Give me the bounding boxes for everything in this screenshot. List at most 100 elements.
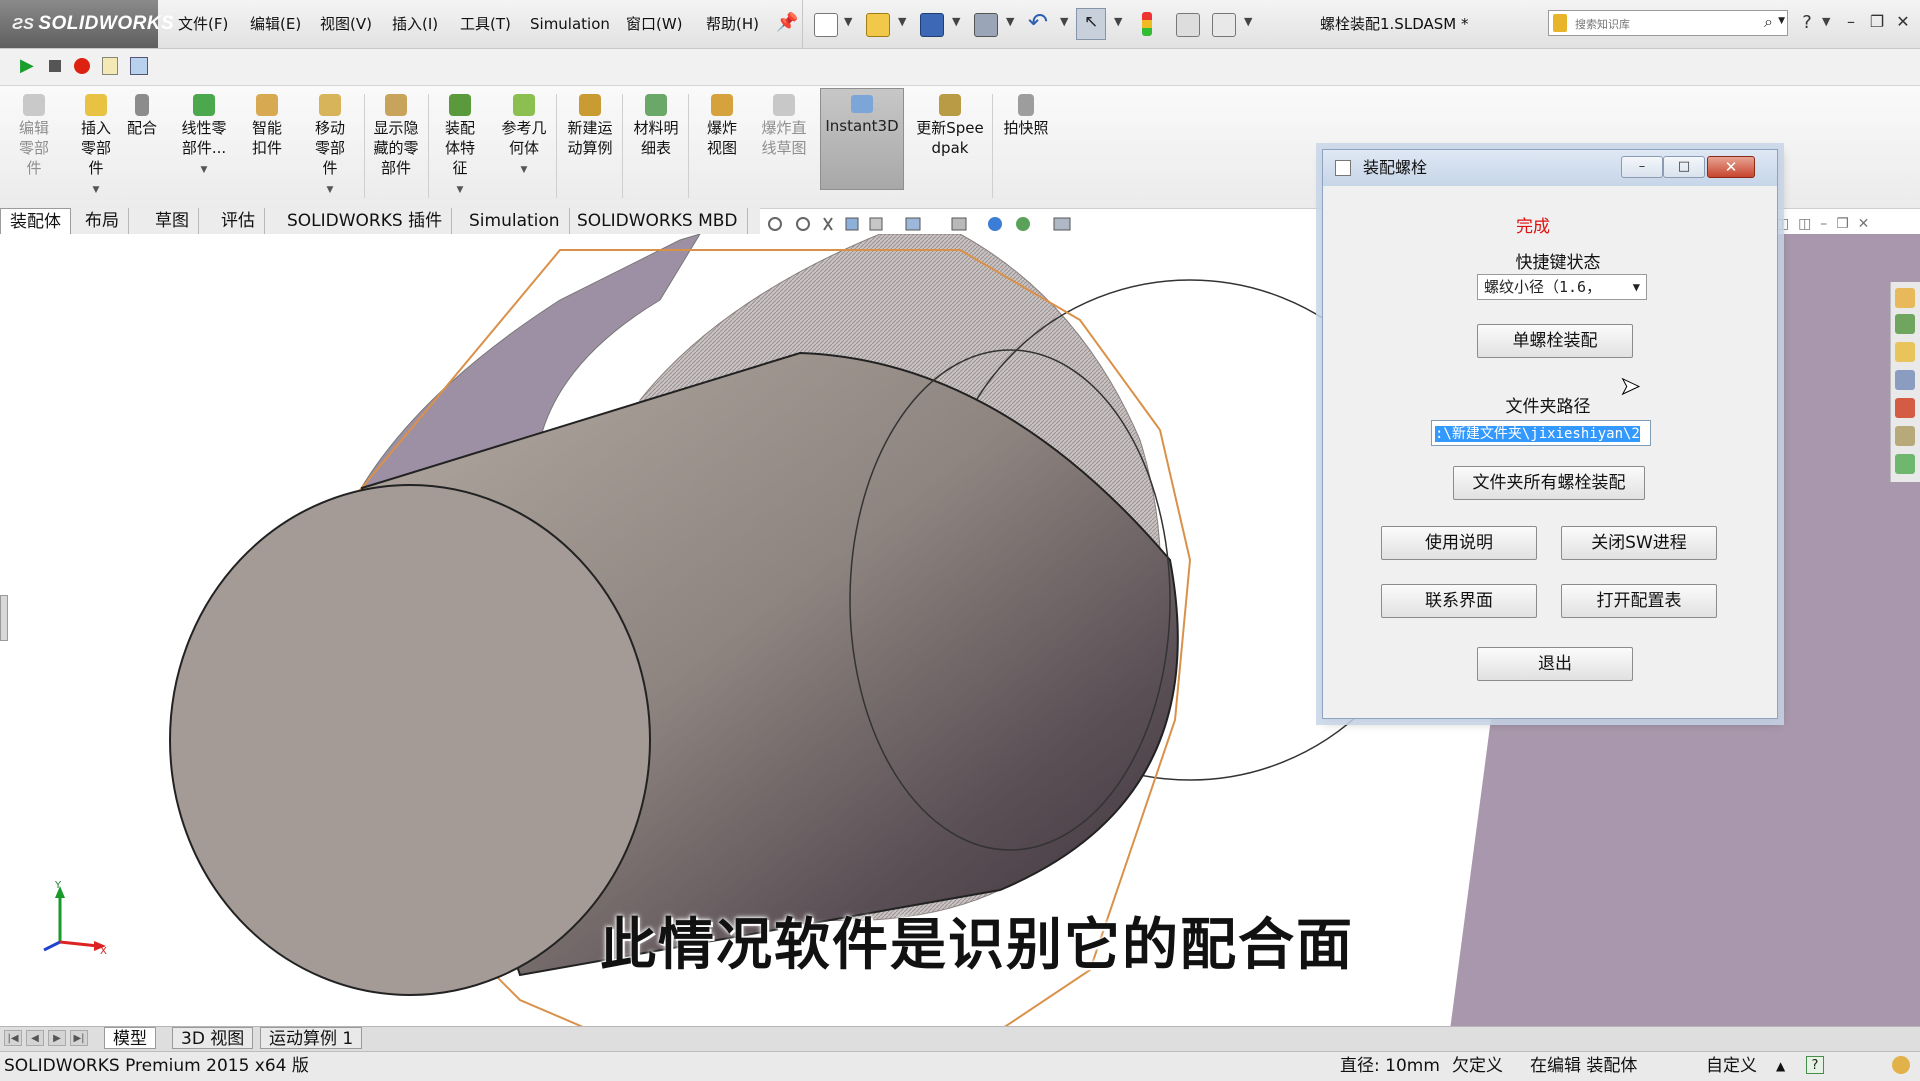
reference-geometry-button[interactable]: 参考几何体 ▼ [494, 90, 554, 180]
undo-icon[interactable]: ↶ [1028, 8, 1048, 36]
mate-button[interactable]: 配合 [120, 90, 164, 138]
options-icon[interactable] [1212, 13, 1236, 37]
chevron-down-icon[interactable]: ▼ [952, 15, 960, 28]
previous-view-icon[interactable] [823, 217, 833, 231]
chevron-down-icon[interactable]: ▼ [494, 160, 554, 180]
appearances-icon[interactable] [1895, 398, 1915, 418]
next-tab-icon[interactable]: ▶ [48, 1030, 66, 1046]
take-snapshot-button[interactable]: 拍快照 [996, 90, 1056, 138]
chevron-down-icon[interactable]: ▼ [1822, 15, 1830, 28]
new-macro-icon[interactable] [102, 57, 118, 75]
first-tab-icon[interactable]: |◀ [4, 1030, 22, 1046]
chevron-down-icon[interactable]: ▼ [300, 180, 360, 200]
chevron-down-icon[interactable]: ▼ [1060, 15, 1068, 28]
insert-component-button[interactable]: 插入零部件 ▼ [66, 90, 126, 200]
chevron-down-icon[interactable]: ▼ [174, 160, 234, 180]
tab-model[interactable]: 模型 [104, 1027, 156, 1049]
cylinder-end-face[interactable] [169, 484, 651, 996]
bill-of-materials-button[interactable]: 材料明细表 [626, 90, 686, 158]
search-input[interactable] [1573, 13, 1757, 35]
zoom-to-area-icon[interactable] [796, 217, 810, 231]
tab-evaluate[interactable]: 评估 [212, 208, 265, 234]
menu-help[interactable]: 帮助(H) [700, 0, 765, 48]
chevron-down-icon[interactable]: ▼ [66, 180, 126, 200]
open-folder-icon[interactable] [866, 13, 890, 37]
rebuild-status-icon[interactable] [1892, 1056, 1910, 1074]
smart-fastener-button[interactable]: 智能扣件 [236, 90, 298, 158]
view-orientation-icon[interactable] [905, 217, 921, 231]
tab-simulation[interactable]: Simulation [460, 208, 570, 234]
shortcut-state-select[interactable]: 螺纹小径（1.6， ▼ [1477, 274, 1647, 300]
view-palette-icon[interactable] [1895, 370, 1915, 390]
chevron-down-icon[interactable]: ▼ [430, 180, 490, 200]
tab-assembly[interactable]: 装配体 [0, 208, 71, 234]
units-selector[interactable]: 自定义 [1706, 1053, 1757, 1079]
view-settings-icon[interactable] [1053, 217, 1071, 231]
menu-view[interactable]: 视图(V) [314, 0, 378, 48]
new-motion-study-button[interactable]: 新建运动算例 [560, 90, 620, 158]
pin-icon[interactable]: 📌 [776, 12, 798, 33]
feature-manager-collapse-handle[interactable] [0, 595, 8, 641]
single-bolt-assembly-button[interactable]: 单螺栓装配 [1477, 324, 1633, 358]
chevron-down-icon[interactable]: ▼ [1006, 15, 1014, 28]
exit-button[interactable]: 退出 [1477, 647, 1633, 681]
restore-icon[interactable]: ❐ [1836, 216, 1849, 232]
file-properties-icon[interactable] [1176, 13, 1200, 37]
close-icon[interactable]: ✕ [1892, 12, 1914, 31]
minimize-icon[interactable]: – [1840, 12, 1862, 31]
forum-icon[interactable] [1895, 454, 1915, 474]
help-icon[interactable]: ? [1806, 1056, 1824, 1074]
select-tool-button[interactable]: ↖ [1076, 8, 1106, 40]
folder-all-bolts-button[interactable]: 文件夹所有螺栓装配 [1453, 466, 1645, 500]
menu-simulation[interactable]: Simulation [524, 0, 616, 48]
section-view-icon[interactable] [845, 217, 859, 231]
menu-edit[interactable]: 编辑(E) [244, 0, 307, 48]
update-speedpak-button[interactable]: 更新Speedpak [910, 90, 990, 158]
assembly-features-button[interactable]: 装配体特征 ▼ [430, 90, 490, 200]
explode-line-sketch-button[interactable]: 爆炸直线草图 [754, 90, 814, 158]
print-icon[interactable] [974, 13, 998, 37]
search-box[interactable]: ⌕ ▼ [1548, 10, 1788, 36]
dialog-minimize-button[interactable]: – [1621, 156, 1663, 178]
edit-macro-icon[interactable] [130, 57, 148, 75]
stop-macro-icon[interactable] [49, 60, 61, 72]
tab-layout[interactable]: 布局 [76, 208, 129, 234]
chevron-down-icon[interactable]: ▼ [1633, 275, 1640, 299]
edit-appearance-icon[interactable] [988, 217, 1002, 231]
minimize-icon[interactable]: – [1820, 216, 1827, 232]
file-explorer-icon[interactable] [1895, 342, 1915, 362]
menu-file[interactable]: 文件(F) [172, 0, 234, 48]
move-component-button[interactable]: 移动零部件 ▼ [300, 90, 360, 200]
last-tab-icon[interactable]: ▶| [70, 1030, 88, 1046]
save-icon[interactable] [920, 13, 944, 37]
chevron-down-icon[interactable]: ▼ [844, 15, 852, 28]
exploded-view-button[interactable]: 爆炸视图 [692, 90, 752, 158]
design-library-icon[interactable] [1895, 314, 1915, 334]
menu-window[interactable]: 窗口(W) [620, 0, 689, 48]
dialog-close-button[interactable]: ✕ [1707, 156, 1755, 178]
linear-pattern-button[interactable]: 线性零部件... ▼ [174, 90, 234, 180]
help-button[interactable]: 使用说明 [1381, 526, 1537, 560]
close-icon[interactable]: ✕ [1858, 216, 1870, 232]
play-macro-icon[interactable]: ▶ [20, 55, 34, 76]
chevron-up-icon[interactable]: ▲ [1776, 1053, 1785, 1079]
dynamic-annotation-icon[interactable] [869, 217, 883, 231]
solidworks-logo[interactable]: ƧS SOLIDWORKS [0, 0, 174, 48]
chevron-down-icon[interactable]: ▼ [1114, 15, 1122, 28]
tab-sketch[interactable]: 草图 [146, 208, 199, 234]
help-icon[interactable]: ? [1796, 12, 1818, 33]
menu-tools[interactable]: 工具(T) [454, 0, 517, 48]
tab-solidworks-addins[interactable]: SOLIDWORKS 插件 [278, 208, 453, 234]
apply-scene-icon[interactable] [1016, 217, 1030, 231]
split-view-icon[interactable]: ◫ [1798, 216, 1811, 232]
search-icon[interactable]: ⌕ [1764, 12, 1773, 32]
record-macro-icon[interactable] [74, 58, 90, 74]
zoom-to-fit-icon[interactable] [768, 217, 782, 231]
display-style-icon[interactable] [951, 217, 967, 231]
tab-motion-study[interactable]: 运动算例 1 [260, 1027, 363, 1049]
rebuild-traffic-light-icon[interactable] [1142, 12, 1152, 36]
instant3d-button[interactable]: Instant3D [820, 88, 904, 190]
tab-solidworks-mbd[interactable]: SOLIDWORKS MBD [568, 208, 748, 234]
edit-component-button[interactable]: 编辑零部件 [4, 90, 64, 178]
chevron-down-icon[interactable]: ▼ [1778, 16, 1785, 26]
